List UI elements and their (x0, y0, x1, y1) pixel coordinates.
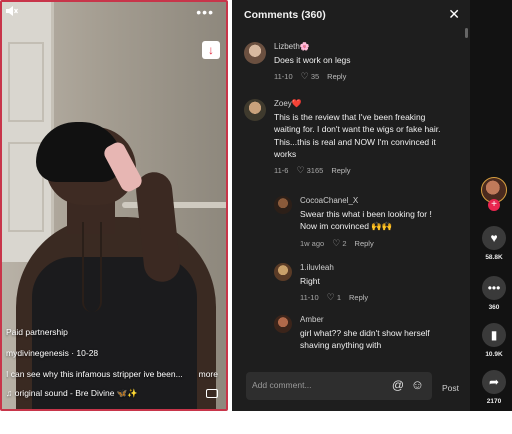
comments-title-text: Comments (244, 9, 299, 21)
comment-text: girl what?? she didn't show herself shav… (300, 328, 430, 351)
captions-icon[interactable] (206, 389, 218, 398)
more-options-icon[interactable]: ••• (196, 4, 214, 20)
comment-author[interactable]: CocoaChanel_X (300, 196, 450, 205)
comment-date: 11-10 (274, 72, 293, 82)
download-icon[interactable]: ↓ (202, 41, 220, 59)
music-note-icon: ♫ (6, 387, 13, 398)
reply-button[interactable]: Reply (331, 166, 350, 175)
sound-row[interactable]: ♫ original sound - Bre Divine 🦋✨ (6, 388, 222, 399)
mute-icon[interactable] (6, 6, 18, 19)
comments-panel: Comments (360) ✕ Lizbeth🌸 Does it work o… (232, 0, 470, 411)
save-count: 10.9K (485, 351, 503, 358)
save-action[interactable]: ▮ 10.9K (479, 323, 509, 358)
reply-button[interactable]: Reply (327, 72, 346, 81)
like-button[interactable]: ♡ 35 (301, 71, 320, 82)
video-player[interactable]: ••• ↓ Paid partnership mydivinegenesis ·… (0, 0, 228, 411)
comment-date: 11-6 (274, 166, 289, 176)
avatar[interactable] (244, 99, 266, 121)
video-person-necklace (82, 222, 102, 312)
comment-count: 360 (488, 304, 500, 311)
share-count: 2170 (486, 398, 502, 405)
reply-item: 1.iluvleah Right 11-10 ♡ 1 Reply (274, 263, 450, 303)
like-action[interactable]: ♥ 58.8K (479, 226, 509, 261)
like-count: 35 (310, 72, 320, 82)
heart-icon[interactable]: ♥ (482, 226, 506, 250)
like-button[interactable]: ♡ 3165 (296, 165, 323, 176)
comment-text: Does it work on legs (274, 55, 351, 65)
like-count: 3165 (306, 166, 324, 176)
comment-text: Swear this what i been looking for ! Now… (300, 209, 432, 232)
more-link[interactable]: more (199, 369, 218, 380)
video-topbar: ••• (6, 4, 222, 22)
post-button[interactable]: Post (442, 383, 459, 393)
comment-input-bar: @ ☺ (246, 372, 432, 400)
reply-item: Amber girl what?? she didn't show hersel… (274, 315, 450, 352)
comment-input[interactable] (252, 380, 382, 390)
like-count: 58.8K (485, 254, 503, 261)
comment-date: 1w ago (300, 238, 325, 248)
author-name[interactable]: mydivinegenesis (6, 348, 69, 358)
comment-author[interactable]: 1.iluvleah (300, 263, 450, 272)
close-icon[interactable]: ✕ (448, 6, 460, 23)
video-description: I can see why this infamous stripper ive… (6, 368, 183, 379)
comment-author[interactable]: Lizbeth🌸 (274, 42, 449, 51)
like-count: 2 (342, 238, 347, 248)
video-date: 10-28 (76, 347, 99, 358)
reply-button[interactable]: Reply (355, 239, 374, 248)
emoji-icon[interactable]: ☺ (411, 377, 424, 392)
comment-text: This is the review that I've been freaki… (274, 112, 441, 159)
description-row: I can see why this infamous stripper ive… (6, 369, 222, 380)
like-count: 1 (336, 293, 341, 303)
reply-item: CocoaChanel_X Swear this what i been loo… (274, 196, 450, 249)
heart-icon: ♡ (300, 71, 309, 82)
follow-plus-icon[interactable]: + (488, 199, 500, 211)
comment-author[interactable]: Zoey❤️ (274, 99, 449, 108)
comment-author[interactable]: Amber (300, 315, 450, 324)
like-button[interactable]: ♡ 2 (332, 238, 346, 249)
comment-bubble-icon[interactable]: ••• (482, 276, 506, 300)
heart-icon: ♡ (326, 292, 335, 303)
like-button[interactable]: ♡ 1 (327, 292, 341, 303)
avatar[interactable] (274, 196, 292, 214)
comments-count: (360) (301, 9, 326, 21)
video-caption: Paid partnership mydivinegenesis · 10-28… (6, 327, 222, 399)
video-author[interactable]: mydivinegenesis · 10-28 (6, 348, 222, 359)
action-rail: + ♥ 58.8K ••• 360 ▮ 10.9K ➦ 2170 (470, 0, 512, 411)
reply-button[interactable]: Reply (349, 293, 368, 302)
comments-title: Comments (360) (244, 9, 326, 21)
comment-text: Right (300, 276, 320, 286)
video-door (2, 2, 54, 262)
share-action[interactable]: ➦ 2170 (479, 370, 509, 405)
mention-icon[interactable]: @ (392, 378, 404, 392)
heart-icon: ♡ (296, 165, 305, 176)
avatar[interactable] (274, 315, 292, 333)
comment-item: Lizbeth🌸 Does it work on legs 11-10 ♡ 35… (244, 42, 449, 82)
sound-name[interactable]: original sound - Bre Divine 🦋✨ (15, 388, 138, 398)
paid-partnership-label: Paid partnership (6, 326, 68, 337)
comment-date: 11-10 (300, 293, 319, 303)
comments-scrollbar[interactable] (465, 28, 468, 38)
avatar[interactable] (244, 42, 266, 64)
share-icon[interactable]: ➦ (482, 370, 506, 394)
bookmark-icon[interactable]: ▮ (482, 323, 506, 347)
comment-action[interactable]: ••• 360 (479, 276, 509, 311)
heart-icon: ♡ (332, 237, 341, 248)
avatar[interactable] (274, 263, 292, 281)
comment-item: Zoey❤️ This is the review that I've been… (244, 99, 449, 176)
